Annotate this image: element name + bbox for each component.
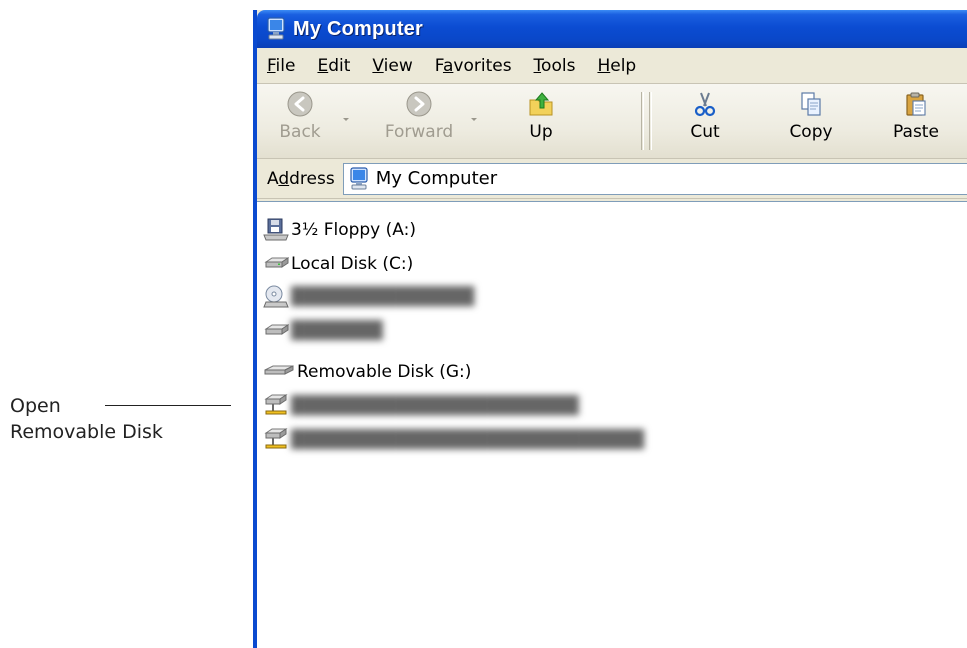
- computer-icon: [267, 17, 285, 40]
- menu-favorites-prefix: F: [434, 55, 443, 76]
- drive-label: 3½ Floppy (A:): [291, 220, 416, 240]
- drive-list-pane: 3½ Floppy (A:) Local Disk (C:) █████████…: [257, 201, 967, 648]
- toolbar-separator: [649, 92, 652, 150]
- title-bar[interactable]: My Computer: [257, 10, 967, 48]
- cd-drive-icon: [263, 285, 289, 308]
- floppy-drive-icon: [263, 218, 289, 241]
- toolbar-separator: [641, 92, 644, 150]
- callout-annotation: Open Removable Disk: [10, 393, 163, 445]
- drive-item-disk[interactable]: ███████: [263, 317, 383, 345]
- menu-help-label: elp: [610, 55, 637, 76]
- drive-label-blurred: ███████████████████████████: [291, 430, 644, 450]
- drive-label-blurred: ███████: [291, 321, 383, 341]
- menu-favorites-label: vorites: [453, 55, 512, 76]
- menu-tools-accel: T: [533, 55, 542, 76]
- drive-label: Removable Disk (G:): [297, 362, 472, 382]
- cut-button[interactable]: Cut: [675, 90, 735, 152]
- callout-line-2: Removable Disk: [10, 421, 163, 443]
- address-label-accel: d: [278, 168, 290, 189]
- network-drive-icon: [264, 394, 288, 415]
- drive-item-cd[interactable]: ██████████████: [263, 283, 474, 311]
- paste-icon: [906, 92, 926, 116]
- forward-label: Forward: [384, 122, 454, 142]
- address-label: Address: [267, 169, 335, 189]
- menu-favorites[interactable]: Favorites: [435, 56, 512, 76]
- menu-edit-accel: E: [317, 55, 329, 76]
- menu-view-label: iew: [383, 55, 413, 76]
- window-title: My Computer: [293, 17, 423, 40]
- menu-help[interactable]: Help: [597, 56, 636, 76]
- drive-item-removable-g[interactable]: Removable Disk (G:): [263, 358, 471, 386]
- menu-file[interactable]: File: [267, 56, 295, 76]
- menu-bar: File Edit View Favorites Tools Help: [257, 48, 967, 84]
- menu-tools-label: ools: [541, 55, 576, 76]
- cut-label: Cut: [690, 122, 720, 142]
- forward-dropdown-icon[interactable]: [469, 114, 479, 124]
- drive-item-network-1[interactable]: ██████████████████████: [263, 392, 579, 420]
- forward-arrow-icon: [406, 91, 432, 117]
- copy-label: Copy: [789, 122, 833, 142]
- screenshot-stage: Open Removable Disk My Computer File Edi…: [0, 0, 967, 648]
- drive-item-floppy-a[interactable]: 3½ Floppy (A:): [263, 216, 416, 244]
- callout-leader-line: [105, 405, 231, 406]
- address-label-prefix: A: [267, 168, 279, 189]
- address-bar: Address My Computer: [257, 159, 967, 199]
- menu-tools[interactable]: Tools: [534, 56, 576, 76]
- forward-button[interactable]: Forward: [373, 90, 465, 152]
- paste-label: Paste: [893, 122, 939, 142]
- computer-icon: [350, 166, 368, 189]
- menu-view[interactable]: View: [372, 56, 412, 76]
- copy-button[interactable]: Copy: [778, 90, 844, 152]
- address-input[interactable]: My Computer: [342, 162, 967, 195]
- menu-view-accel: V: [372, 55, 384, 76]
- my-computer-window: My Computer File Edit View Favorites Too…: [253, 10, 967, 648]
- menu-help-accel: H: [597, 55, 611, 76]
- address-value: My Computer: [375, 168, 498, 189]
- standard-toolbar: Back Forward Up Cut Copy Paste: [257, 84, 967, 159]
- hard-disk-icon: [264, 257, 289, 268]
- scissors-icon: [694, 92, 716, 117]
- menu-file-accel: F: [267, 55, 276, 76]
- back-button[interactable]: Back: [265, 90, 335, 152]
- hard-disk-icon: [264, 324, 289, 335]
- menu-edit[interactable]: Edit: [317, 56, 350, 76]
- removable-disk-icon: [264, 365, 294, 375]
- address-label-rest: dress: [289, 168, 335, 189]
- drive-label: Local Disk (C:): [291, 254, 414, 274]
- paste-button[interactable]: Paste: [882, 90, 950, 152]
- up-button[interactable]: Up: [513, 90, 569, 152]
- menu-edit-label: dit: [328, 55, 351, 76]
- copy-icon: [801, 92, 821, 116]
- up-label: Up: [529, 122, 553, 142]
- back-label: Back: [279, 122, 321, 142]
- drive-item-local-c[interactable]: Local Disk (C:): [263, 250, 413, 278]
- callout-line-1: Open: [10, 395, 61, 417]
- back-arrow-icon: [287, 91, 313, 117]
- menu-file-label: ile: [275, 55, 296, 76]
- up-folder-icon: [529, 92, 553, 116]
- drive-label-blurred: ██████████████: [291, 287, 475, 307]
- drive-label-blurred: ██████████████████████: [291, 396, 579, 416]
- back-dropdown-icon[interactable]: [341, 114, 351, 124]
- drive-item-network-2[interactable]: ███████████████████████████: [263, 426, 644, 454]
- menu-favorites-accel: a: [442, 55, 454, 76]
- network-drive-icon: [264, 428, 288, 449]
